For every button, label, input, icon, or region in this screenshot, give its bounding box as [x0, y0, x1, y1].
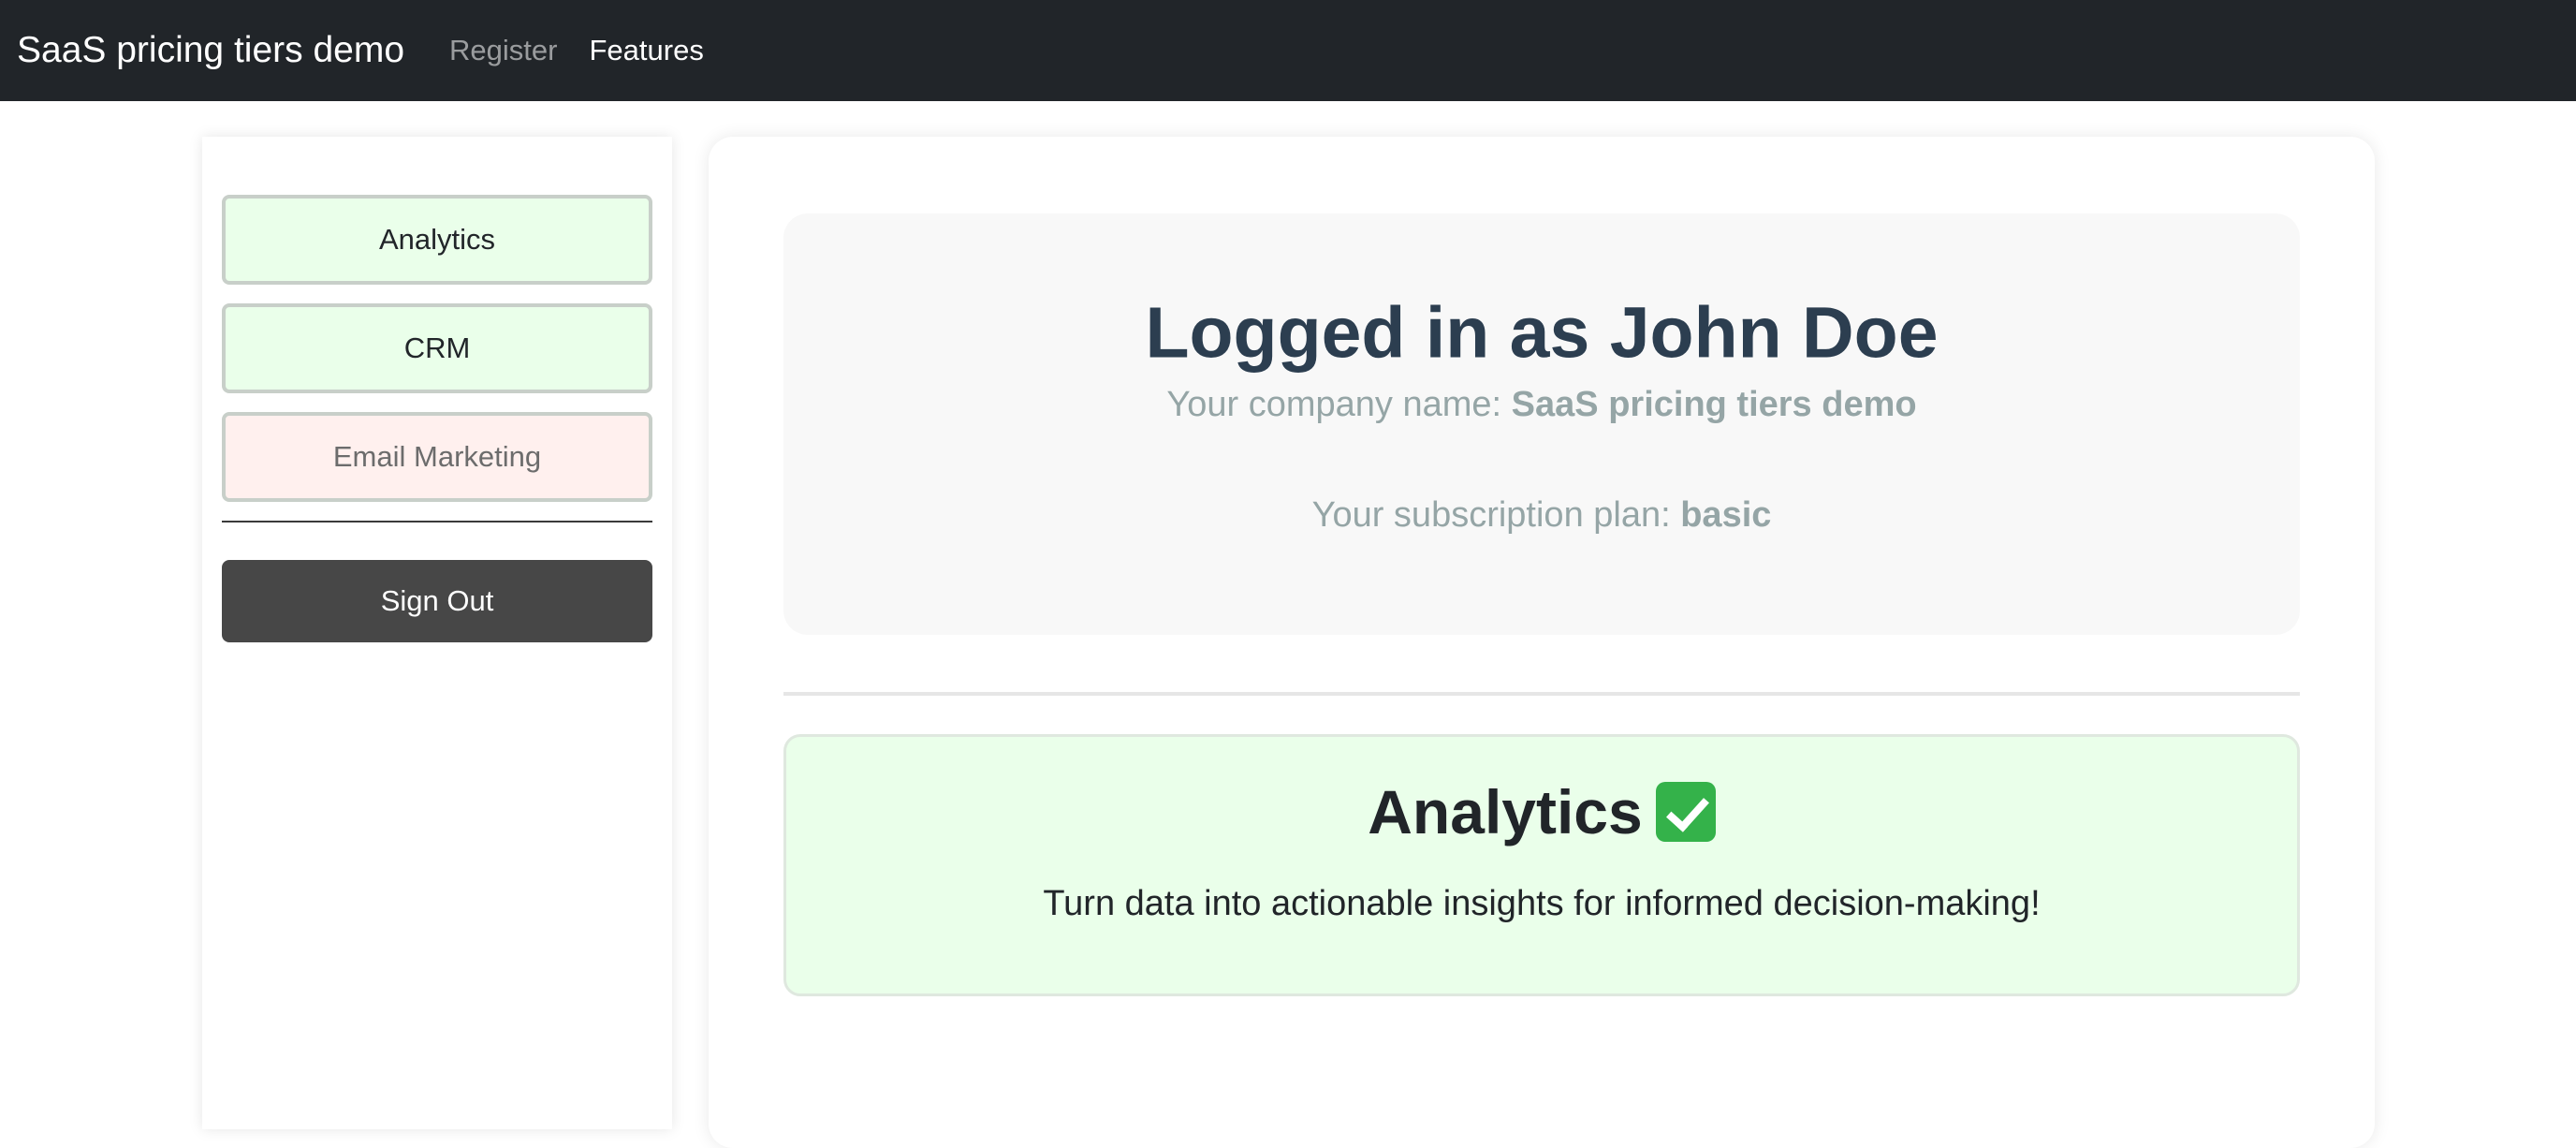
- user-name: John Doe: [1609, 292, 1939, 374]
- section-divider: [783, 692, 2300, 696]
- company-name: SaaS pricing tiers demo: [1511, 385, 1917, 424]
- sidebar-item-email-marketing[interactable]: Email Marketing: [222, 412, 652, 502]
- nav-link-features[interactable]: Features: [589, 34, 703, 67]
- sidebar: Analytics CRM Email Marketing Sign Out: [202, 137, 672, 1129]
- plan-line: Your subscription plan: basic: [783, 497, 2300, 533]
- sign-out-button[interactable]: Sign Out: [222, 560, 652, 642]
- title-prefix: Logged in as: [1145, 292, 1590, 374]
- page-title: Logged in as John Doe: [783, 297, 2300, 370]
- feature-description: Turn data into actionable insights for i…: [1043, 884, 2041, 923]
- top-navbar: SaaS pricing tiers demo Register Feature…: [0, 0, 2576, 101]
- profile-card: Logged in as John Doe Your company name:…: [783, 213, 2300, 635]
- feature-title: Analytics: [1368, 777, 1643, 846]
- company-line: Your company name: SaaS pricing tiers de…: [783, 387, 2300, 422]
- feature-heading: Analytics: [786, 781, 2297, 843]
- main-panel: Logged in as John Doe Your company name:…: [709, 137, 2375, 1148]
- check-mark-icon: [1655, 782, 1716, 842]
- sidebar-divider: [222, 521, 652, 522]
- sidebar-item-crm[interactable]: CRM: [222, 303, 652, 393]
- sidebar-item-analytics[interactable]: Analytics: [222, 195, 652, 285]
- plan-label: Your subscription plan:: [1311, 495, 1671, 535]
- navbar-brand[interactable]: SaaS pricing tiers demo: [17, 30, 404, 71]
- plan-value: basic: [1680, 495, 1772, 535]
- feature-card: Analytics Turn data into actionable insi…: [783, 734, 2300, 996]
- company-label: Your company name:: [1166, 385, 1502, 424]
- nav-link-register[interactable]: Register: [449, 34, 557, 67]
